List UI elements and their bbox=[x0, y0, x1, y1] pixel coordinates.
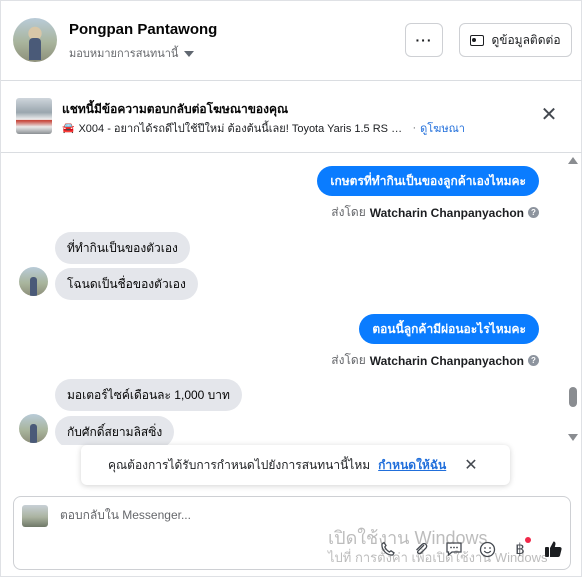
close-icon[interactable]: ✕ bbox=[539, 105, 559, 125]
notification-dot bbox=[525, 537, 531, 543]
reply-input[interactable] bbox=[60, 508, 460, 522]
message-list[interactable]: เกษตรที่ทำกินเป็นของลูกค้าเองไหมคะ ส่งโด… bbox=[1, 153, 582, 445]
phone-icon[interactable] bbox=[378, 539, 398, 559]
ad-banner-title: แชทนี้มีข้อความตอบกลับต่อโฆษณาของคุณ bbox=[62, 102, 289, 116]
help-icon[interactable]: ? bbox=[528, 355, 539, 366]
scroll-down-arrow[interactable] bbox=[568, 434, 578, 441]
conversation-header: Pongpan Pantawong มอบหมายการสนทนานี้ ···… bbox=[1, 1, 582, 81]
ad-details: 🚘 X004 - อยากได้รถดีไปใช้ปีใหม่ ต้องต้นน… bbox=[62, 119, 465, 137]
car-icon: 🚘 bbox=[62, 122, 75, 134]
sent-by-prefix: ส่งโดย bbox=[331, 353, 366, 367]
attachment-icon[interactable] bbox=[411, 539, 431, 559]
assign-to-me-link[interactable]: กำหนดให้ฉัน bbox=[378, 456, 446, 475]
outgoing-message[interactable]: ตอนนี้ลูกค้ามีผ่อนอะไรไหมคะ bbox=[359, 314, 539, 344]
message-composer: ฿ bbox=[13, 496, 571, 570]
baht-icon[interactable]: ฿ bbox=[510, 537, 531, 559]
ad-thumbnail[interactable] bbox=[16, 98, 52, 134]
composer-toolbar: ฿ bbox=[378, 537, 563, 559]
page-avatar bbox=[22, 505, 48, 527]
sent-by-label: ส่งโดย Watcharin Chanpanyachon ? bbox=[331, 203, 539, 222]
reminder-message: คุณต้องการได้รับการกำหนดไปยังการสนทนานี้… bbox=[108, 457, 371, 472]
contact-name[interactable]: Pongpan Pantawong bbox=[69, 21, 217, 38]
messenger-conversation-panel: Pongpan Pantawong มอบหมายการสนทนานี้ ···… bbox=[0, 0, 582, 577]
like-icon[interactable] bbox=[543, 539, 563, 559]
view-contact-label: ดูข้อมูลติดต่อ bbox=[491, 32, 561, 47]
contact-card-icon bbox=[470, 34, 485, 46]
incoming-message[interactable]: โฉนดเป็นชื่อของตัวเอง bbox=[55, 268, 198, 300]
contact-avatar-small bbox=[19, 414, 48, 443]
ad-text: X004 - อยากได้รถดีไปใช้ปีใหม่ ต้องต้นนี้… bbox=[78, 123, 409, 135]
separator: · bbox=[412, 122, 417, 134]
help-icon[interactable]: ? bbox=[528, 207, 539, 218]
view-ad-link[interactable]: ดูโฆษณา bbox=[420, 119, 465, 137]
contact-avatar[interactable] bbox=[13, 18, 57, 62]
outgoing-message[interactable]: เกษตรที่ทำกินเป็นของลูกค้าเองไหมคะ bbox=[317, 166, 539, 196]
assign-conversation-dropdown[interactable]: มอบหมายการสนทนานี้ bbox=[69, 44, 195, 62]
sent-by-label: ส่งโดย Watcharin Chanpanyachon ? bbox=[331, 351, 539, 370]
caret-down-icon bbox=[184, 50, 195, 57]
view-contact-button[interactable]: ดูข้อมูลติดต่อ bbox=[459, 23, 572, 57]
sent-by-prefix: ส่งโดย bbox=[331, 205, 366, 219]
emoji-icon[interactable] bbox=[477, 539, 497, 559]
assign-reminder-toast: คุณต้องการได้รับการกำหนดไปยังการสนทนานี้… bbox=[81, 445, 510, 485]
incoming-message[interactable]: มอเตอร์ไซค์เดือนละ 1,000 บาท bbox=[55, 379, 242, 411]
agent-name: Watcharin Chanpanyachon bbox=[369, 353, 524, 368]
scrollbar-thumb[interactable] bbox=[569, 387, 577, 407]
close-icon[interactable]: ✕ bbox=[464, 455, 477, 475]
incoming-message[interactable]: ที่ทำกินเป็นของตัวเอง bbox=[55, 232, 190, 264]
contact-avatar-small bbox=[19, 267, 48, 296]
saved-reply-icon[interactable] bbox=[444, 539, 464, 559]
ad-reply-banner: แชทนี้มีข้อความตอบกลับต่อโฆษณาของคุณ 🚘 X… bbox=[1, 81, 582, 153]
more-options-button[interactable]: ··· bbox=[405, 23, 443, 57]
agent-name: Watcharin Chanpanyachon bbox=[369, 205, 524, 220]
scroll-up-arrow[interactable] bbox=[568, 157, 578, 164]
incoming-message[interactable]: กับศักดิ์สยามลิสซิ่ง bbox=[55, 416, 175, 445]
assign-label: มอบหมายการสนทนานี้ bbox=[69, 48, 179, 60]
